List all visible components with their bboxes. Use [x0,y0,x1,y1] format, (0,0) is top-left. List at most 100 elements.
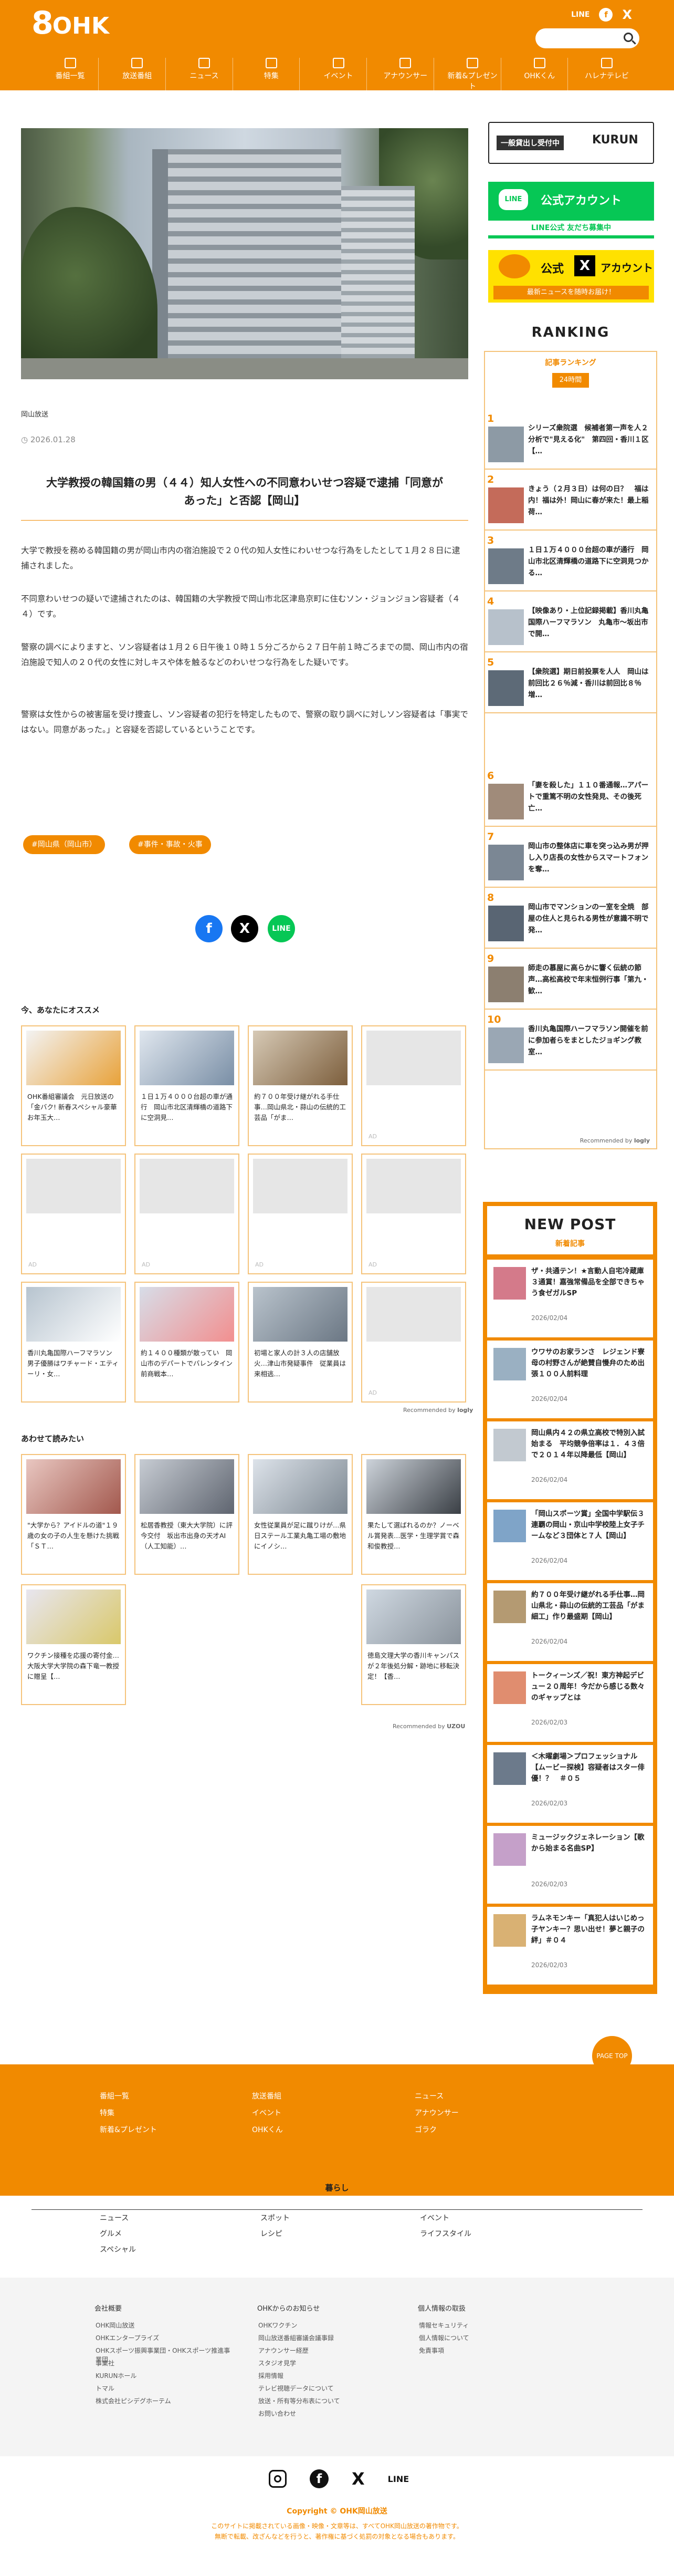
line-official-banner[interactable]: LINE 公式アカウント LINE公式 友だち募集中 [488,182,654,238]
footer-info-link[interactable]: 岡山放送番組審議会議事録 [258,2333,395,2342]
footer-link[interactable]: イベント [252,2107,281,2118]
kurun-hall-banner[interactable]: 一般貸出し受付中 KURUN [488,122,654,164]
recommend-card[interactable]: AD [361,1282,466,1403]
recommend-card[interactable]: 約１４００種類が散ってい 岡山市のデパートでバレンタイン前商戦本… [134,1282,239,1403]
newpost-item[interactable]: ラムネモンキー「真犯人はいじめっ子ヤンキー？思い出せ！夢と親子の絆」＃０４ 202… [487,1907,653,1985]
search-input[interactable] [543,28,622,48]
nav-item-harena-tv[interactable]: ハレナテレビ [578,58,635,91]
kurashi-link[interactable]: ライフスタイル [420,2228,471,2239]
nav-item-feature[interactable]: 特集 [243,58,300,91]
footer-link[interactable]: ニュース [415,2091,444,2101]
footer-info-link[interactable]: 事業社 [96,2359,232,2367]
recommend-card[interactable]: AD [248,1154,353,1274]
share-facebook-icon[interactable]: f [195,915,223,942]
recommend-card[interactable]: １日１万４０００台超の車が通行 岡山市北区清輝橋の道路下に空洞見… [134,1025,239,1146]
newpost-item[interactable]: ミュージックジェネレーション【歌から始まる名曲SP】 2026/02/03 [487,1826,653,1904]
newpost-item[interactable]: ＜木曜劇場＞プロフェッショナル【ムービー探検】容疑者はスター俳優！？ ＃０５ 20… [487,1745,653,1823]
ranking-item[interactable]: 3 １日１万４０００台超の車が通行 岡山市北区清輝橋の道路下に空洞見つかる… [485,531,656,591]
related-card[interactable]: ワクチン接種を応援の寄付金…大阪大学大学院の森下竜一教授に贈呈【… [21,1584,126,1705]
tag-incident[interactable]: #事件・事故・火事 [129,835,211,854]
ranking-item[interactable]: 5 【衆院選】期日前投票を人人 岡山は前回比２６％減・香川は前回比８％増… [485,652,656,713]
kurashi-link[interactable]: スポット [260,2213,290,2223]
facebook-icon[interactable]: f [310,2469,329,2488]
share-x-icon[interactable]: X [231,915,258,942]
kurashi-link[interactable]: イベント [420,2213,449,2223]
recommend-card[interactable]: 初場と家人の計３人の店舗放火…津山市発疑事件 従業員は来相逃… [248,1282,353,1403]
x-official-banner[interactable]: 公式 X アカウント 最新ニュースを随時お届け！ [488,250,654,303]
footer-info-link[interactable]: OHKエンタープライズ [96,2333,232,2342]
recommend-card[interactable]: 約７００年受け継がれる手仕事…岡山県北・蒜山の伝統的工芸品「がま… [248,1025,353,1146]
newpost-item[interactable]: ウワサのお家ランさ レジェンド寮母の村野さんが絶賛自慢弁のため出張１００人前料理… [487,1341,653,1418]
footer-link[interactable]: ゴラク [415,2124,437,2135]
footer-info-link[interactable]: OHKワクチン [258,2321,395,2330]
footer-info-link[interactable]: 株式会社ピシデグホーテム [96,2396,232,2405]
footer-info-link[interactable]: OHK岡山放送 [96,2321,232,2330]
related-card[interactable]: 松居香教授（東大大学院）に評今交付 坂出市出身の天才AI（人工知能）… [134,1454,239,1575]
footer-info-link[interactable]: テレビ視聴データについて [258,2384,395,2393]
instagram-icon[interactable] [269,2470,287,2488]
nav-item-broadcast[interactable]: 放送番組 [109,58,166,91]
x-icon[interactable]: X [352,2469,365,2489]
nav-item-news[interactable]: ニュース [176,58,233,91]
newpost-item[interactable]: ザ・共通テン！★言動人自宅冷蔵庫３通賞！嘉強常備品を全部できちゃう食ゼガルSP 2… [487,1260,653,1337]
nav-item-ohk-kun[interactable]: OHKくん [511,58,568,91]
facebook-icon[interactable]: f [599,8,613,22]
nav-item-program-list[interactable]: 番組一覧 [42,58,99,91]
ranking-item[interactable]: 1 シリーズ衆院選 候補者第一声を人２分析で"見える化" 第四回・香川１区【… [485,409,656,470]
line-icon[interactable]: LINE [388,2474,409,2484]
footer-info-link[interactable]: 個人情報について [419,2333,555,2342]
tab-24h[interactable]: 24時間 [552,373,589,388]
tag-okayama-city[interactable]: #岡山県（岡山市） [23,835,105,854]
nav-item-event[interactable]: イベント [310,58,367,91]
footer-link[interactable]: 特集 [100,2107,114,2118]
recommend-card[interactable]: AD [361,1154,466,1274]
x-icon[interactable]: X [622,7,632,22]
related-card[interactable]: 徳島文理大学の香川キャンパスが２年後処分解・跡地に移転決定！【香… [361,1584,466,1705]
footer-info-link[interactable]: 情報セキュリティ [419,2321,555,2330]
kurashi-link[interactable]: レシピ [260,2228,282,2239]
recommend-card[interactable]: 香川丸亀国際ハーフマラソン 男子優勝はワチャード・エティーリ・女… [21,1282,126,1403]
newpost-item[interactable]: トークィーンズ／祝！東方神起デビュー２０周年！今だから感じる数々のギャップとは 2… [487,1664,653,1742]
search-icon[interactable] [624,33,633,42]
nav-item-present[interactable]: 新着&プレゼント [445,58,501,91]
footer-info-link[interactable]: 放送・所有等分布表について [258,2396,395,2405]
recommend-card[interactable]: AD [361,1025,466,1146]
footer-link[interactable]: 新着&プレゼント [100,2124,157,2135]
newpost-item[interactable]: 岡山県内４２の県立高校で特別入試始まる 平均競争倍率は１．４３倍で２０１４年以降… [487,1421,653,1499]
footer-info-link[interactable]: スタジオ見学 [258,2359,395,2367]
share-line-icon[interactable]: LINE [268,915,295,942]
mascot-icon [533,58,545,68]
footer-link[interactable]: アナウンサー [415,2107,459,2118]
related-card[interactable]: "大学から？アイドルの道"１９歳の女の子の人生を懸けた挑戦「ＳＴ… [21,1454,126,1575]
kurashi-link[interactable]: ニュース [100,2213,129,2223]
nav-item-announcer[interactable]: アナウンサー [377,58,434,91]
footer-info-link[interactable]: 採用情報 [258,2371,395,2380]
footer-link[interactable]: OHKくん [252,2124,283,2135]
footer-link[interactable]: 放送番組 [252,2091,281,2101]
footer-link[interactable]: 番組一覧 [100,2091,129,2101]
ranking-item[interactable]: 10 香川丸亀国際ハーフマラソン開催を前に参加者らをまとしたジョギング教室… [485,1010,656,1071]
ranking-item[interactable]: 2 きょう（２月３日）は何の日？ 福は内！福は外！岡山に春が来た！最上稲荷… [485,470,656,531]
footer-info-link[interactable]: アナウンサー経歴 [258,2346,395,2355]
recommend-card[interactable]: AD [21,1154,126,1274]
ranking-item[interactable]: 8 岡山市でマンションの一室を全焼 部屋の住人と見られる男性が意識不明で発… [485,888,656,949]
footer-info-link[interactable]: 免責事項 [419,2346,555,2355]
related-card[interactable]: 果たして選ばれるのか？ノーベル賞発表…医学・生理学賞で森和俊教授… [361,1454,466,1575]
ranking-item[interactable]: 7 岡山市の整体店に車を突っ込み男が押し入り店長の女性からスマートフォンを奪… [485,827,656,888]
ranking-item[interactable]: 4 【映像あり・上位記録掲載】香川丸亀国際ハーフマラソン 丸亀市〜坂出市で開… [485,591,656,652]
recommend-card[interactable]: OHK番組審議会 元日放送の「金バク! 新春スペシャル豪華お年玉大… [21,1025,126,1146]
line-link[interactable]: LINE [571,11,589,19]
ranking-item[interactable]: 6 「妻を殺した」１１０番通報…アパートで重篤不明の女性発見、その後死亡… [485,766,656,827]
kurashi-link[interactable]: グルメ [100,2228,122,2239]
newpost-item[interactable]: 約７００年受け継がれる手仕事…岡山県北・蒜山の伝統的工芸品「がま細工」作り最盛期… [487,1583,653,1661]
newpost-item[interactable]: 「岡山スポーツ賞」全国中学駅伝３連覇の岡山・京山中学校陸上女子チームなど３団体と… [487,1502,653,1580]
recommend-card[interactable]: AD [134,1154,239,1274]
related-credit: Recommended by UZOU [393,1723,466,1730]
kurashi-link[interactable]: スペシャル [100,2244,136,2255]
related-card[interactable]: 女性従業員が足に蹴りけが…県日ステール工業丸亀工場の敷地にイノシ… [248,1454,353,1575]
site-logo[interactable]: 8OHK [31,7,109,42]
footer-info-link[interactable]: お問い合わせ [258,2409,395,2418]
footer-info-link[interactable]: KURUNホール [96,2371,232,2380]
ranking-item[interactable]: 9 師走の慕屋に高らかに響く伝統の節声…高松高校で年末恒例行事「第九・歓… [485,949,656,1010]
footer-info-link[interactable]: トマル [96,2384,232,2393]
